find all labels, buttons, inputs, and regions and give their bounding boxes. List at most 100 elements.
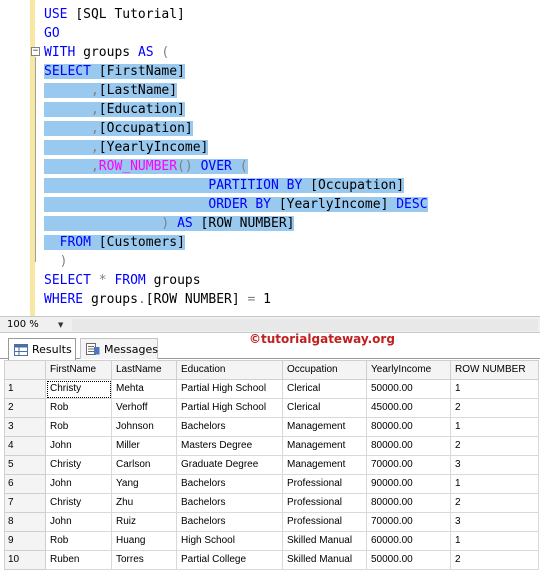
row-number[interactable]: 6 bbox=[4, 474, 46, 494]
row-number[interactable]: 5 bbox=[4, 455, 46, 475]
table-cell[interactable]: Management bbox=[282, 455, 367, 475]
table-cell[interactable]: Skilled Manual bbox=[282, 550, 367, 570]
table-cell[interactable]: Rob bbox=[45, 531, 112, 551]
table-cell[interactable]: 60000.00 bbox=[366, 531, 451, 551]
table-cell[interactable]: Huang bbox=[111, 531, 177, 551]
table-cell[interactable]: Carlson bbox=[111, 455, 177, 475]
code-line[interactable]: SELECT [FirstName] bbox=[44, 62, 185, 81]
table-cell[interactable]: Ruiz bbox=[111, 512, 177, 532]
table-cell[interactable]: 1 bbox=[450, 379, 539, 399]
table-cell[interactable]: Bachelors bbox=[176, 417, 283, 437]
table-row[interactable]: 1 Christy Mehta Partial High School Clerical… bbox=[4, 379, 539, 399]
table-cell[interactable]: Christy bbox=[45, 379, 112, 399]
code-line[interactable]: ,[Occupation] bbox=[44, 119, 193, 138]
code-line[interactable]: FROM [Customers] bbox=[44, 233, 185, 252]
table-cell[interactable]: Partial College bbox=[176, 550, 283, 570]
table-cell[interactable]: Professional bbox=[282, 512, 367, 532]
table-cell[interactable]: Bachelors bbox=[176, 474, 283, 494]
column-header[interactable]: ROW NUMBER bbox=[450, 360, 539, 380]
code-line[interactable]: ,[LastName] bbox=[44, 81, 178, 100]
column-header[interactable]: LastName bbox=[111, 360, 177, 380]
row-header-corner[interactable] bbox=[4, 360, 46, 380]
table-cell[interactable]: Management bbox=[282, 436, 367, 456]
table-cell[interactable]: 80000.00 bbox=[366, 436, 451, 456]
table-cell[interactable]: 50000.00 bbox=[366, 550, 451, 570]
table-row[interactable]: 3 Rob Johnson Bachelors Management 80000.00 1 bbox=[4, 417, 539, 437]
table-cell[interactable]: Clerical bbox=[282, 379, 367, 399]
table-row[interactable]: 6 John Yang Bachelors Professional 90000.00 1 bbox=[4, 474, 539, 494]
table-cell[interactable]: Miller bbox=[111, 436, 177, 456]
tab-messages[interactable]: Messages bbox=[80, 338, 158, 359]
table-cell[interactable]: 80000.00 bbox=[366, 417, 451, 437]
table-cell[interactable]: Rob bbox=[45, 398, 112, 418]
table-cell[interactable]: 80000.00 bbox=[366, 493, 451, 513]
tab-results[interactable]: Results bbox=[8, 338, 76, 360]
chevron-down-icon[interactable]: ▼ bbox=[58, 318, 63, 332]
column-header[interactable]: YearlyIncome bbox=[366, 360, 451, 380]
table-cell[interactable]: Professional bbox=[282, 493, 367, 513]
table-cell[interactable]: 1 bbox=[450, 474, 539, 494]
table-cell[interactable]: Verhoff bbox=[111, 398, 177, 418]
code-line[interactable]: ) AS [ROW NUMBER] bbox=[44, 214, 295, 233]
collapse-minus-icon[interactable]: − bbox=[31, 47, 40, 56]
table-cell[interactable]: Partial High School bbox=[176, 398, 283, 418]
table-cell[interactable]: Christy bbox=[45, 493, 112, 513]
table-cell[interactable]: High School bbox=[176, 531, 283, 551]
row-number[interactable]: 10 bbox=[4, 550, 46, 570]
horizontal-scrollbar[interactable] bbox=[72, 319, 538, 331]
code-line[interactable]: WHERE groups.[ROW NUMBER] = 1 bbox=[44, 290, 271, 309]
table-cell[interactable]: 3 bbox=[450, 512, 539, 532]
table-cell[interactable]: Professional bbox=[282, 474, 367, 494]
table-cell[interactable]: 70000.00 bbox=[366, 512, 451, 532]
table-cell[interactable]: Rob bbox=[45, 417, 112, 437]
table-cell[interactable]: 2 bbox=[450, 550, 539, 570]
table-cell[interactable]: Masters Degree bbox=[176, 436, 283, 456]
table-cell[interactable]: 3 bbox=[450, 455, 539, 475]
code-line[interactable]: ,[Education] bbox=[44, 100, 185, 119]
table-cell[interactable]: Mehta bbox=[111, 379, 177, 399]
row-number[interactable]: 7 bbox=[4, 493, 46, 513]
table-row[interactable]: 5 Christy Carlson Graduate Degree Management… bbox=[4, 455, 539, 475]
results-grid[interactable]: FirstName LastName Education Occupation Year… bbox=[0, 360, 540, 573]
column-header[interactable]: Occupation bbox=[282, 360, 367, 380]
table-cell[interactable]: Yang bbox=[111, 474, 177, 494]
row-number[interactable]: 3 bbox=[4, 417, 46, 437]
code-line[interactable]: ORDER BY [YearlyIncome] DESC bbox=[44, 195, 428, 214]
table-cell[interactable]: 70000.00 bbox=[366, 455, 451, 475]
table-row[interactable]: 10 Ruben Torres Partial College Skilled Manu… bbox=[4, 550, 539, 570]
table-cell[interactable]: Graduate Degree bbox=[176, 455, 283, 475]
table-cell[interactable]: Johnson bbox=[111, 417, 177, 437]
table-row[interactable]: 8 John Ruiz Bachelors Professional 70000.00 3 bbox=[4, 512, 539, 532]
row-number[interactable]: 2 bbox=[4, 398, 46, 418]
table-row[interactable]: 2 Rob Verhoff Partial High School Clerical 45… bbox=[4, 398, 539, 418]
table-cell[interactable]: Clerical bbox=[282, 398, 367, 418]
code-line[interactable]: GO bbox=[44, 24, 60, 43]
sql-editor[interactable]: − USE [SQL Tutorial] GO WITH groups AS (SE… bbox=[0, 0, 540, 316]
row-number[interactable]: 8 bbox=[4, 512, 46, 532]
code-line[interactable]: SELECT * FROM groups bbox=[44, 271, 201, 290]
table-cell[interactable]: 50000.00 bbox=[366, 379, 451, 399]
code-line[interactable]: WITH groups AS ( bbox=[44, 43, 169, 62]
table-cell[interactable]: Bachelors bbox=[176, 512, 283, 532]
table-cell[interactable]: John bbox=[45, 436, 112, 456]
row-number[interactable]: 1 bbox=[4, 379, 46, 399]
zoom-level-select[interactable]: 100 % ▼ bbox=[4, 318, 66, 332]
table-cell[interactable]: Management bbox=[282, 417, 367, 437]
table-cell[interactable]: John bbox=[45, 474, 112, 494]
table-cell[interactable]: Christy bbox=[45, 455, 112, 475]
column-header[interactable]: FirstName bbox=[45, 360, 112, 380]
table-cell[interactable]: 2 bbox=[450, 436, 539, 456]
table-cell[interactable]: John bbox=[45, 512, 112, 532]
table-cell[interactable]: Ruben bbox=[45, 550, 112, 570]
table-row[interactable]: 7 Christy Zhu Bachelors Professional 80000.00… bbox=[4, 493, 539, 513]
code-line[interactable]: ) bbox=[44, 252, 68, 271]
table-cell[interactable]: Zhu bbox=[111, 493, 177, 513]
code-line[interactable]: USE [SQL Tutorial] bbox=[44, 5, 185, 24]
table-cell[interactable]: Torres bbox=[111, 550, 177, 570]
code-line[interactable]: ,[YearlyIncome] bbox=[44, 138, 209, 157]
table-cell[interactable]: 1 bbox=[450, 531, 539, 551]
table-cell[interactable]: 45000.00 bbox=[366, 398, 451, 418]
table-cell[interactable]: Skilled Manual bbox=[282, 531, 367, 551]
table-cell[interactable]: 2 bbox=[450, 398, 539, 418]
table-cell[interactable]: 1 bbox=[450, 417, 539, 437]
